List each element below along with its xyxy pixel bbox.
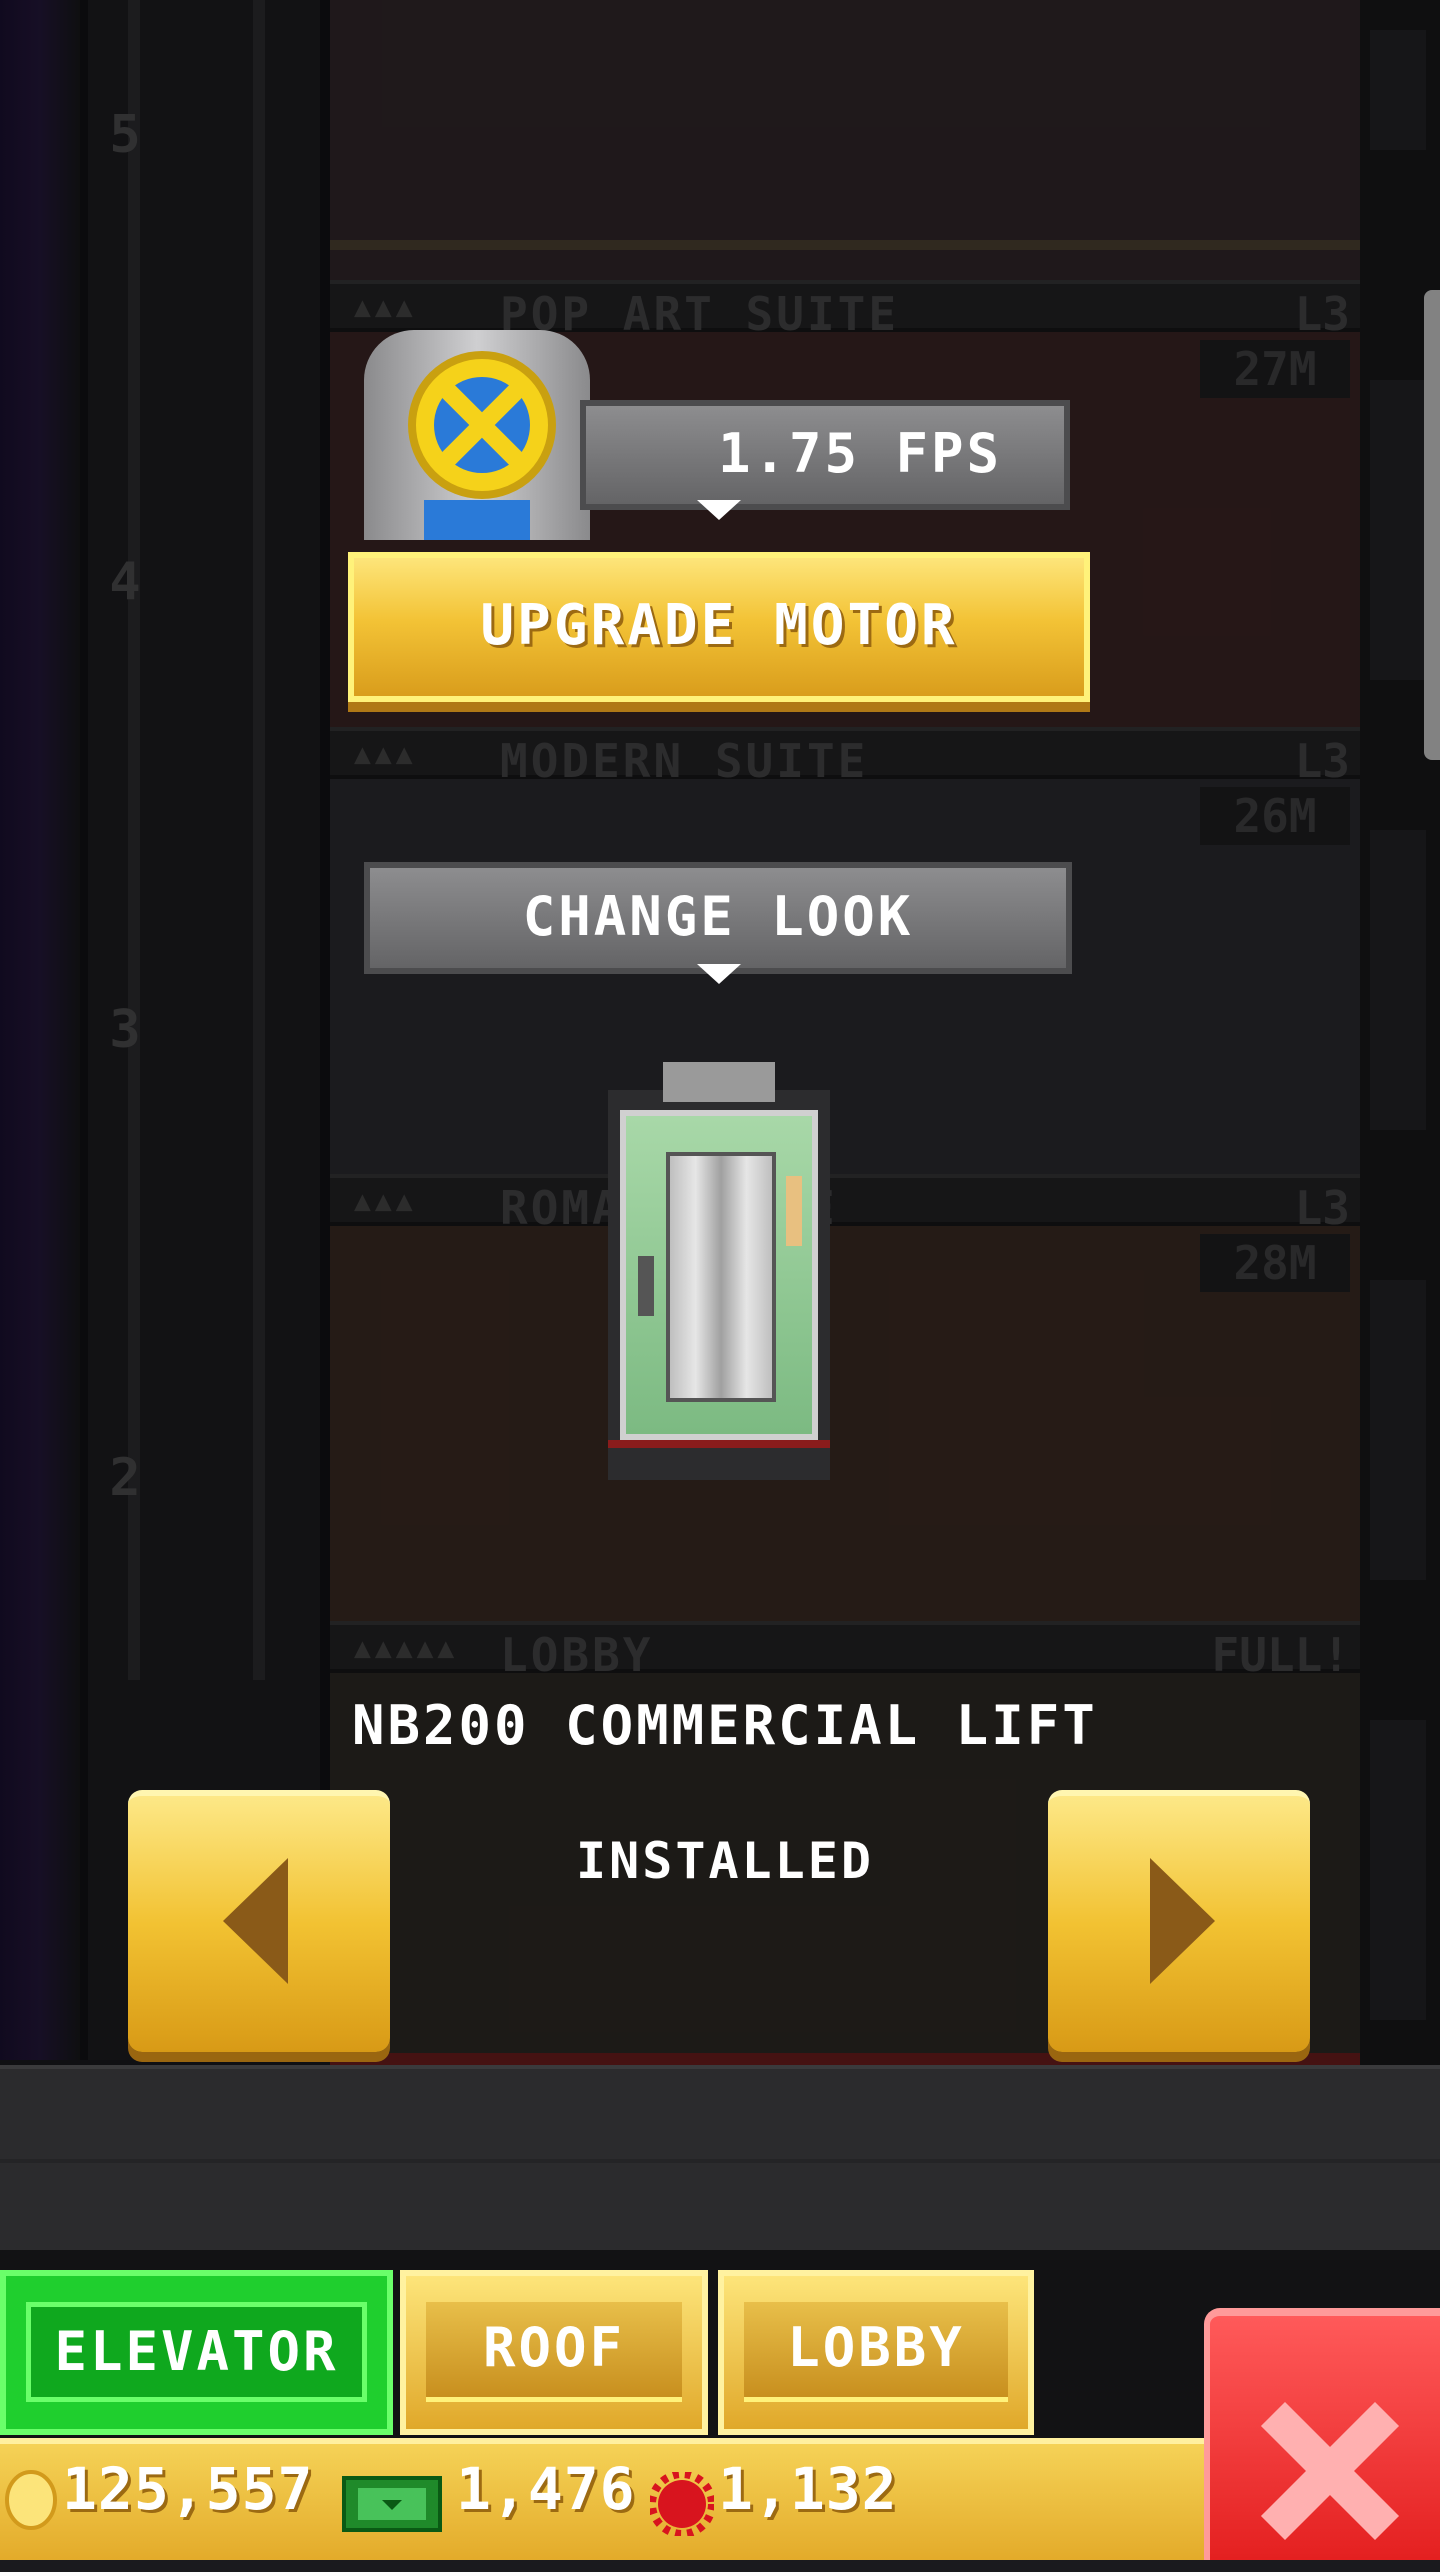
elevator-car[interactable] [608, 1062, 830, 1480]
upgrade-motor-button[interactable]: UPGRADE MOTOR [348, 552, 1090, 702]
arrow-left-icon [223, 1858, 288, 1984]
coin-icon [5, 2470, 57, 2530]
tab-elevator[interactable]: ELEVATOR [0, 2270, 393, 2435]
upgrade-motor-label: UPGRADE MOTOR [480, 593, 958, 658]
motor-speed-display: 1.75 FPS [580, 400, 1070, 510]
close-x-icon [1260, 2401, 1400, 2541]
lift-model-name: NB200 COMMERCIAL LIFT [352, 1694, 1098, 1757]
tab-lobby[interactable]: LOBBY [718, 2270, 1034, 2435]
motor-speed-label: 1.75 FPS [717, 422, 1003, 485]
gem-count: 1,132 [718, 2455, 898, 2523]
tooltip-pointer-icon [697, 500, 741, 520]
tower-bux-icon [342, 2476, 442, 2532]
prev-lift-button[interactable] [128, 1790, 390, 2052]
arrow-right-icon [1150, 1858, 1215, 1984]
next-lift-button[interactable] [1048, 1790, 1310, 2052]
elevator-doors [666, 1152, 776, 1402]
lift-status: INSTALLED [576, 1832, 874, 1890]
tooltip-pointer-icon [697, 964, 741, 984]
change-look-button[interactable]: CHANGE LOOK [364, 862, 1072, 974]
bux-count: 1,476 [456, 2455, 636, 2523]
gear-gem-icon [650, 2472, 714, 2536]
bottom-panel [0, 2065, 1440, 2250]
tab-label: LOBBY [744, 2302, 1008, 2402]
elevator-cabin [620, 1110, 818, 1440]
tab-roof[interactable]: ROOF [400, 2270, 708, 2435]
tab-label: ELEVATOR [26, 2302, 367, 2402]
close-button[interactable] [1204, 2308, 1440, 2560]
motor-widget[interactable] [364, 330, 590, 540]
tab-label: ROOF [426, 2302, 682, 2402]
change-look-label: CHANGE LOOK [522, 885, 914, 948]
coin-count: 125,557 [62, 2455, 314, 2523]
motor-reel-icon [408, 351, 556, 499]
